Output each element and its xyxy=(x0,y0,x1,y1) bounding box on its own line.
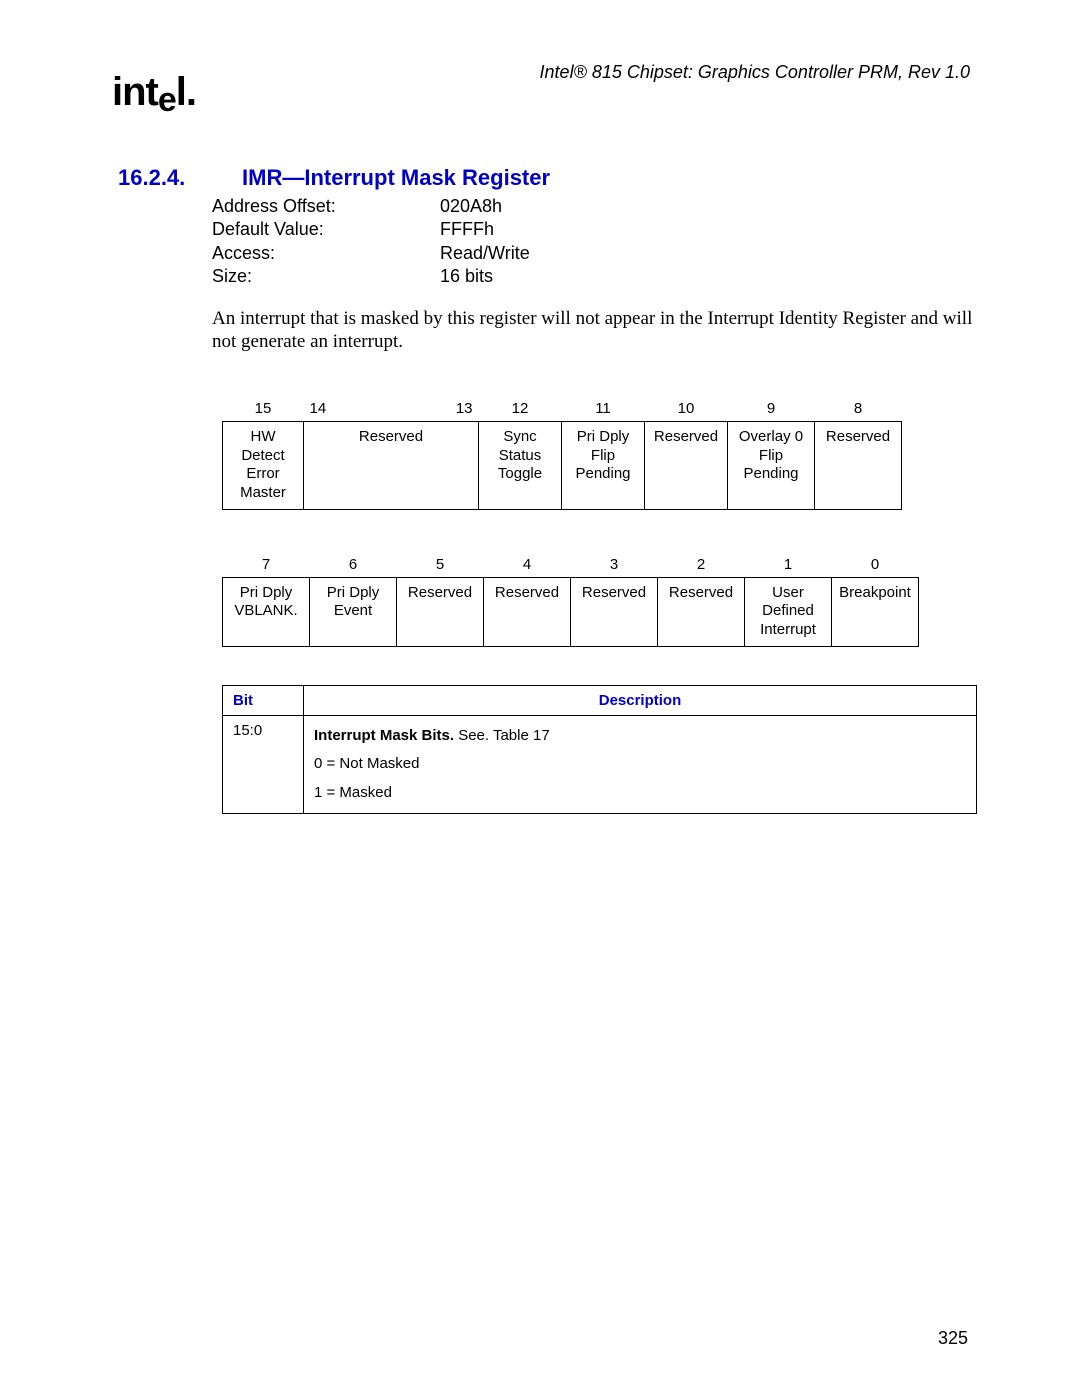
bit-number: 15 xyxy=(223,394,304,421)
bit-number: 5 xyxy=(397,550,484,577)
page: Intel® 815 Chipset: Graphics Controller … xyxy=(0,0,1080,1397)
bit-number: 3 xyxy=(571,550,658,577)
logo-text-3: l. xyxy=(176,70,196,114)
bit-cell: Pri DplyEvent xyxy=(310,577,397,646)
reg-prop-label: Size: xyxy=(212,265,440,288)
bit-number: 1 xyxy=(745,550,832,577)
bit-number: 4 xyxy=(484,550,571,577)
bit-number: 14 xyxy=(304,394,392,421)
bit-number: 13 xyxy=(391,394,479,421)
description-table: Bit Description 15:0 Interrupt Mask Bits… xyxy=(222,685,977,815)
body-paragraph: An interrupt that is masked by this regi… xyxy=(212,307,982,355)
bit-cell: UserDefinedInterrupt xyxy=(745,577,832,646)
bit-cell: Reserved xyxy=(815,421,902,509)
bit-name-row: HWDetectErrorMaster Reserved SyncStatusT… xyxy=(223,421,902,509)
bit-cell: Breakpoint xyxy=(832,577,919,646)
bit-number: 10 xyxy=(645,394,728,421)
register-properties: Address Offset: 020A8h Default Value: FF… xyxy=(212,195,970,289)
page-number: 325 xyxy=(938,1328,968,1349)
section-number: 16.2.4. xyxy=(118,165,230,191)
table-row: 15:0 Interrupt Mask Bits. See. Table 17 … xyxy=(223,715,977,814)
reg-prop-value: 020A8h xyxy=(440,195,502,218)
bit-number: 0 xyxy=(832,550,919,577)
reg-prop-row: Default Value: FFFFh xyxy=(212,218,970,241)
bit-cell: Reserved xyxy=(658,577,745,646)
intel-logo: intel. xyxy=(112,70,196,115)
running-header: Intel® 815 Chipset: Graphics Controller … xyxy=(540,62,970,83)
bit-cell: Pri DplyFlipPending xyxy=(562,421,645,509)
bit-cell: SyncStatusToggle xyxy=(479,421,562,509)
reg-prop-label: Access: xyxy=(212,242,440,265)
reg-prop-row: Size: 16 bits xyxy=(212,265,970,288)
reg-prop-value: FFFFh xyxy=(440,218,494,241)
bit-number-row: 7 6 5 4 3 2 1 0 xyxy=(223,550,919,577)
bit-number: 8 xyxy=(815,394,902,421)
bit-cell: HWDetectErrorMaster xyxy=(223,421,304,509)
reg-prop-label: Default Value: xyxy=(212,218,440,241)
bit-number: 7 xyxy=(223,550,310,577)
reg-prop-value: Read/Write xyxy=(440,242,530,265)
bit-number: 6 xyxy=(310,550,397,577)
bit-description: Interrupt Mask Bits. See. Table 17 0 = N… xyxy=(304,715,977,814)
desc-bold: Interrupt Mask Bits. xyxy=(314,727,454,744)
col-header-bit: Bit xyxy=(223,685,304,715)
desc-rest: See. Table 17 xyxy=(454,727,550,744)
bit-number: 12 xyxy=(479,394,562,421)
section-heading: 16.2.4. IMR—Interrupt Mask Register xyxy=(112,165,970,191)
desc-line: 1 = Masked xyxy=(314,784,392,801)
bitfield-table-low: 7 6 5 4 3 2 1 0 Pri DplyVBLANK. Pri Dply… xyxy=(222,550,919,647)
table-header-row: Bit Description xyxy=(223,685,977,715)
bit-cell: Overlay 0FlipPending xyxy=(728,421,815,509)
logo-text-2: e xyxy=(158,81,176,119)
bit-number: 2 xyxy=(658,550,745,577)
reg-prop-row: Access: Read/Write xyxy=(212,242,970,265)
bit-cell: Pri DplyVBLANK. xyxy=(223,577,310,646)
logo-text-1: int xyxy=(112,70,158,114)
reg-prop-label: Address Offset: xyxy=(212,195,440,218)
bit-cell: Reserved xyxy=(645,421,728,509)
bit-cell: Reserved xyxy=(397,577,484,646)
section-title: IMR—Interrupt Mask Register xyxy=(242,165,550,191)
bit-cell: Reserved xyxy=(571,577,658,646)
bit-number-row: 15 14 13 12 11 10 9 8 xyxy=(223,394,902,421)
bitfield-table-high: 15 14 13 12 11 10 9 8 HWDetectErrorMaste… xyxy=(222,394,902,510)
bit-cell: Reserved xyxy=(484,577,571,646)
bit-cell: Reserved xyxy=(304,421,479,509)
reg-prop-row: Address Offset: 020A8h xyxy=(212,195,970,218)
col-header-description: Description xyxy=(304,685,977,715)
bit-number: 9 xyxy=(728,394,815,421)
bit-name-row: Pri DplyVBLANK. Pri DplyEvent Reserved R… xyxy=(223,577,919,646)
reg-prop-value: 16 bits xyxy=(440,265,493,288)
bit-number: 11 xyxy=(562,394,645,421)
desc-line: 0 = Not Masked xyxy=(314,755,419,772)
bit-range: 15:0 xyxy=(223,715,304,814)
